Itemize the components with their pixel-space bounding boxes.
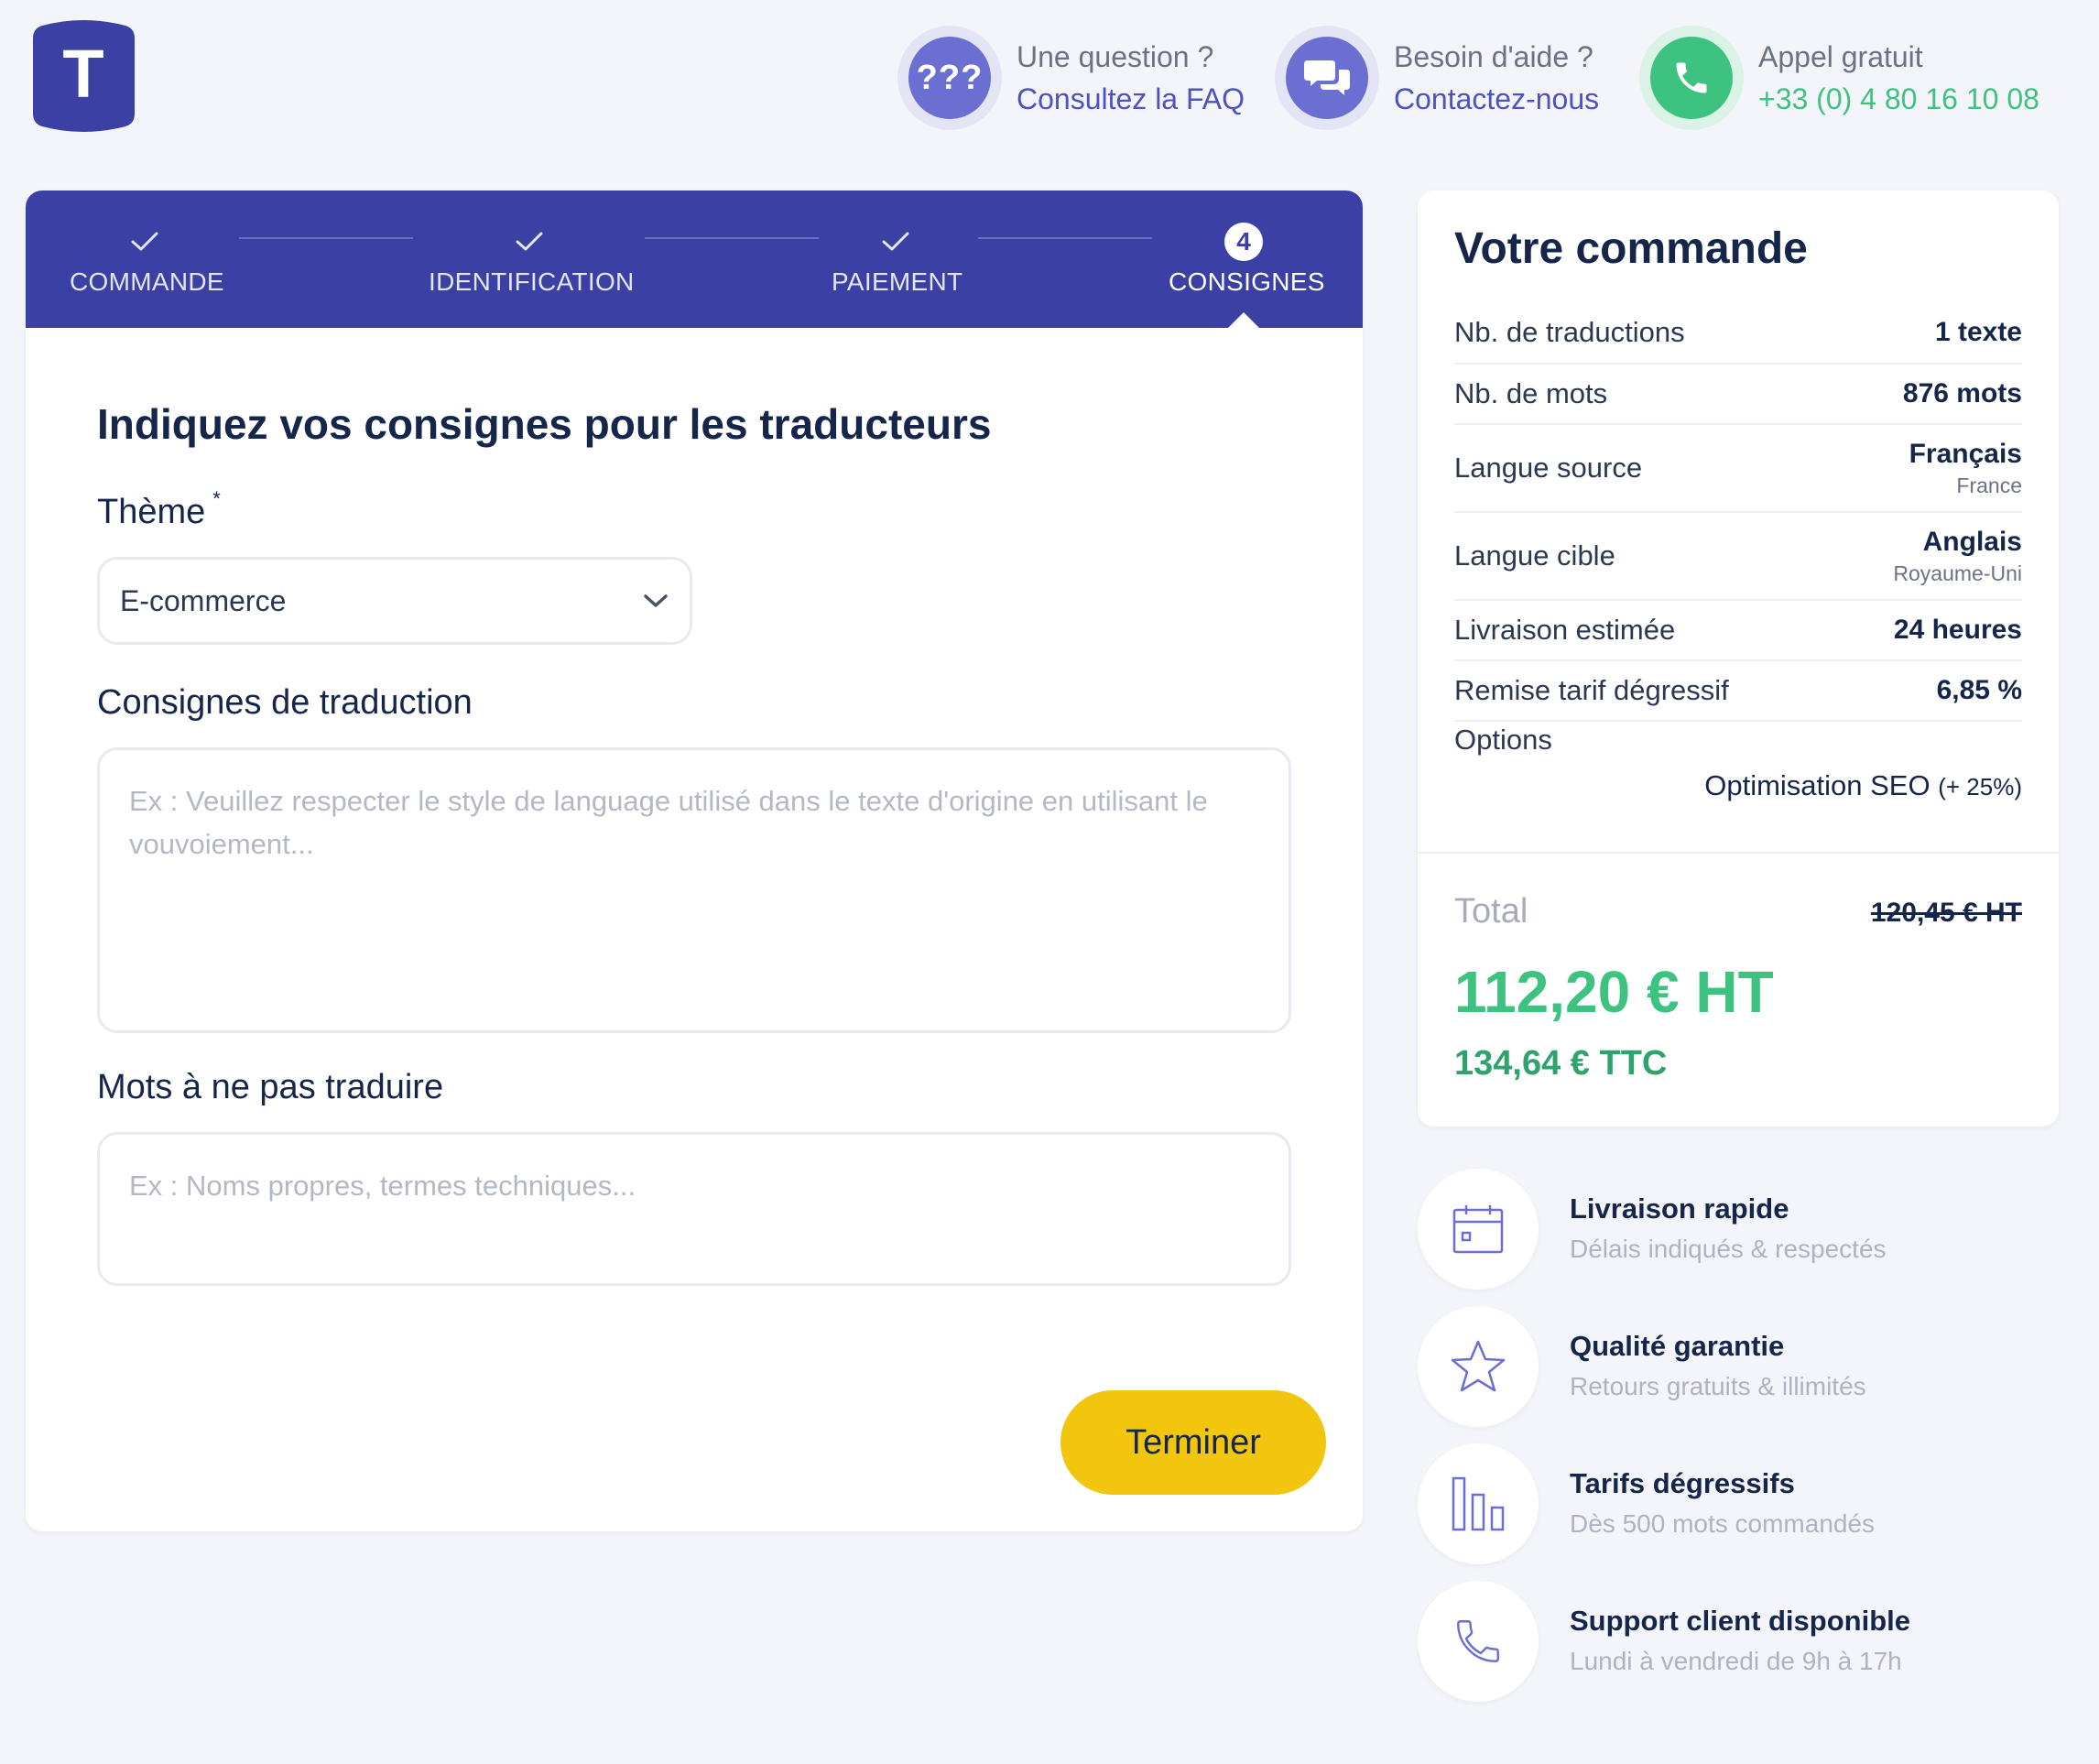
donottranslate-label: Mots à ne pas traduire: [97, 1068, 444, 1106]
feature-item: Livraison rapide Délais indiqués & respe…: [1418, 1169, 1887, 1290]
feature-title: Tarifs dégressifs: [1570, 1467, 1795, 1499]
price-ht: 112,20 € HT: [1454, 959, 1774, 1025]
feature-item: Tarifs dégressifs Dès 500 mots commandés: [1418, 1443, 1875, 1564]
order-title: Votre commande: [1454, 224, 1808, 273]
step-connector: [645, 237, 819, 239]
svg-text:T: T: [62, 36, 103, 112]
active-step-pointer: [1227, 312, 1260, 329]
feature-item: Qualité garantie Retours gratuits & illi…: [1418, 1306, 1866, 1427]
phone-icon-circle: [1639, 26, 1744, 130]
donottranslate-textarea[interactable]: Ex : Noms propres, termes techniques...: [97, 1132, 1291, 1286]
total-label: Total: [1454, 892, 1528, 931]
step-label: CONSIGNES: [1169, 267, 1325, 296]
feature-subtitle: Retours gratuits & illimités: [1570, 1372, 1866, 1400]
divider: [1418, 852, 2059, 854]
phone-icon: [1676, 62, 1707, 93]
order-row: Nb. de mots 876 mots: [1454, 365, 2022, 425]
phone-caption: Appel gratuit: [1758, 40, 1923, 73]
feature-subtitle: Délais indiqués & respectés: [1570, 1235, 1887, 1263]
phone-number-link[interactable]: +33 (0) 4 80 16 10 08: [1758, 78, 2039, 120]
instructions-card: COMMANDE IDENTIFICATION PAIEMENT 4 CONSI…: [26, 191, 1363, 1531]
step-commande[interactable]: COMMANDE: [70, 222, 224, 297]
logo[interactable]: T: [31, 20, 136, 132]
step-connector: [239, 237, 413, 239]
options-value: Optimisation SEO (+ 25%): [1704, 769, 2022, 801]
instructions-label: Consignes de traduction: [97, 683, 473, 722]
order-row: Langue cible Anglais Royaume-Uni: [1454, 513, 2022, 601]
faq-caption: Une question ?: [1017, 40, 1214, 73]
old-price: 120,45 € HT: [1870, 898, 2022, 928]
step-number: 4: [1224, 223, 1263, 261]
star-icon: [1451, 1340, 1506, 1392]
order-summary-card: Votre commande Nb. de traductions 1 texte…: [1418, 191, 2059, 1127]
check-icon: [882, 232, 909, 251]
chat-bubbles-icon: [1304, 60, 1350, 95]
order-row: Nb. de traductions 1 texte: [1454, 302, 2022, 365]
step-label: IDENTIFICATION: [429, 267, 635, 296]
finish-button[interactable]: Terminer: [1060, 1390, 1326, 1495]
order-row: Remise tarif dégressif 6,85 %: [1454, 661, 2022, 722]
contact-link[interactable]: Contactez-nous: [1394, 78, 1599, 120]
feature-title: Support client disponible: [1570, 1605, 1910, 1637]
theme-selected-value: E-commerce: [120, 583, 287, 617]
feature-title: Qualité garantie: [1570, 1330, 1785, 1362]
step-label: COMMANDE: [70, 267, 224, 296]
feature-subtitle: Lundi à vendredi de 9h à 17h: [1570, 1647, 1902, 1675]
question-marks-icon: ???: [916, 58, 984, 97]
order-row: Livraison estimée 24 heures: [1454, 601, 2022, 661]
check-icon: [131, 232, 158, 251]
logo-shield-icon: T: [33, 20, 135, 132]
feature-title: Livraison rapide: [1570, 1192, 1789, 1225]
step-paiement[interactable]: PAIEMENT: [832, 222, 963, 297]
help-caption: Besoin d'aide ?: [1394, 40, 1593, 73]
instructions-textarea[interactable]: Ex : Veuillez respecter le style de lang…: [97, 747, 1291, 1033]
step-identification[interactable]: IDENTIFICATION: [429, 222, 635, 297]
feature-item: Support client disponible Lundi à vendre…: [1418, 1581, 1910, 1702]
checkout-stepper: COMMANDE IDENTIFICATION PAIEMENT 4 CONSI…: [26, 191, 1363, 329]
theme-select[interactable]: E-commerce: [97, 557, 692, 645]
help-contact[interactable]: Besoin d'aide ? Contactez-nous: [1275, 26, 1599, 130]
step-label: PAIEMENT: [832, 267, 963, 296]
help-icon-circle: [1275, 26, 1379, 130]
phone-contact[interactable]: Appel gratuit +33 (0) 4 80 16 10 08: [1639, 26, 2039, 130]
options-label: Options: [1454, 724, 1552, 756]
bar-chart-icon: [1452, 1476, 1505, 1531]
required-asterisk: *: [212, 487, 221, 510]
feature-subtitle: Dès 500 mots commandés: [1570, 1509, 1876, 1538]
step-connector: [978, 237, 1152, 239]
calendar-icon: [1452, 1205, 1504, 1254]
check-icon: [516, 232, 543, 251]
price-ttc: 134,64 € TTC: [1454, 1044, 1668, 1083]
order-row: Langue source Français France: [1454, 425, 2022, 513]
faq-icon-circle: ???: [897, 26, 1002, 130]
form-title: Indiquez vos consignes pour les traducte…: [97, 400, 992, 448]
step-consignes[interactable]: 4 CONSIGNES: [1169, 222, 1325, 297]
faq-link[interactable]: Consultez la FAQ: [1017, 78, 1245, 120]
chevron-down-icon: [644, 594, 668, 607]
phone-outline-icon: [1457, 1620, 1499, 1662]
theme-label: Thème *: [97, 487, 221, 531]
faq-contact[interactable]: ??? Une question ? Consultez la FAQ: [897, 26, 1245, 130]
